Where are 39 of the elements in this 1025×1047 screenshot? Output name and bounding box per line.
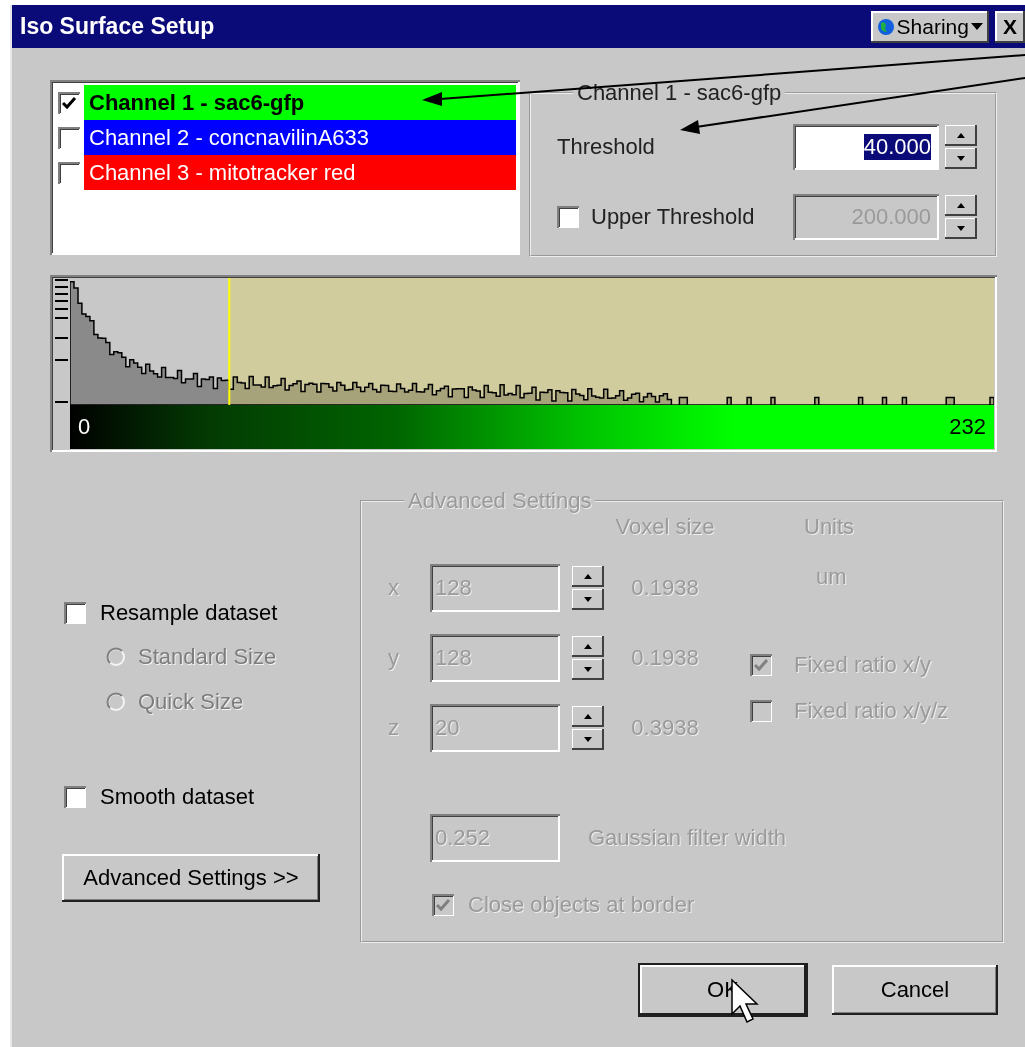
dropdown-arrow-icon bbox=[971, 23, 983, 30]
field-label: Threshold bbox=[557, 134, 656, 160]
radio-label: Quick Size bbox=[138, 688, 244, 715]
group-title: Channel 1 - sac6-gfp bbox=[576, 80, 783, 106]
window-title: Iso Surface Setup bbox=[20, 13, 216, 40]
down-arrow-icon bbox=[584, 737, 592, 742]
spin-up-button[interactable] bbox=[945, 195, 977, 216]
channel-item[interactable]: Channel 3 - mitotracker red bbox=[84, 155, 516, 190]
up-arrow-icon bbox=[584, 714, 592, 719]
down-arrow-icon bbox=[584, 597, 592, 602]
checkbox-label: Resample dataset bbox=[100, 600, 278, 626]
up-arrow-icon bbox=[957, 133, 965, 138]
down-arrow-icon bbox=[957, 226, 965, 231]
checkbox[interactable] bbox=[64, 786, 86, 808]
check-mark-icon bbox=[435, 897, 451, 913]
down-arrow-icon bbox=[957, 156, 965, 161]
spin-down-button[interactable] bbox=[945, 218, 977, 239]
check-mark-icon bbox=[61, 94, 77, 111]
spin-down-button[interactable] bbox=[945, 148, 977, 169]
checkbox-label: Upper Threshold bbox=[591, 204, 756, 230]
checkbox-label: Smooth dataset bbox=[100, 784, 255, 810]
check-mark-icon bbox=[753, 657, 769, 673]
up-arrow-icon bbox=[957, 203, 965, 208]
spin-up-button[interactable] bbox=[945, 125, 977, 146]
checkbox[interactable] bbox=[64, 602, 86, 624]
channel-item[interactable]: Channel 2 - concnavilinA633 bbox=[84, 120, 516, 155]
down-arrow-icon bbox=[584, 667, 592, 672]
close-button[interactable]: X bbox=[995, 10, 1025, 43]
globe-icon bbox=[876, 17, 895, 36]
advanced-settings-button[interactable]: Advanced Settings >> bbox=[62, 854, 320, 902]
up-arrow-icon bbox=[584, 574, 592, 579]
threshold-field[interactable]: 40.000 bbox=[793, 124, 939, 170]
radio-label: Standard Size bbox=[138, 643, 277, 670]
up-arrow-icon bbox=[584, 644, 592, 649]
dialog-button[interactable]: Cancel bbox=[832, 965, 998, 1015]
range-max-label: 232 bbox=[949, 414, 986, 440]
sharing-button[interactable]: Sharing bbox=[870, 10, 989, 43]
channel-item[interactable]: Channel 1 - sac6-gfp bbox=[84, 85, 516, 120]
range-min-label: 0 bbox=[78, 414, 91, 440]
